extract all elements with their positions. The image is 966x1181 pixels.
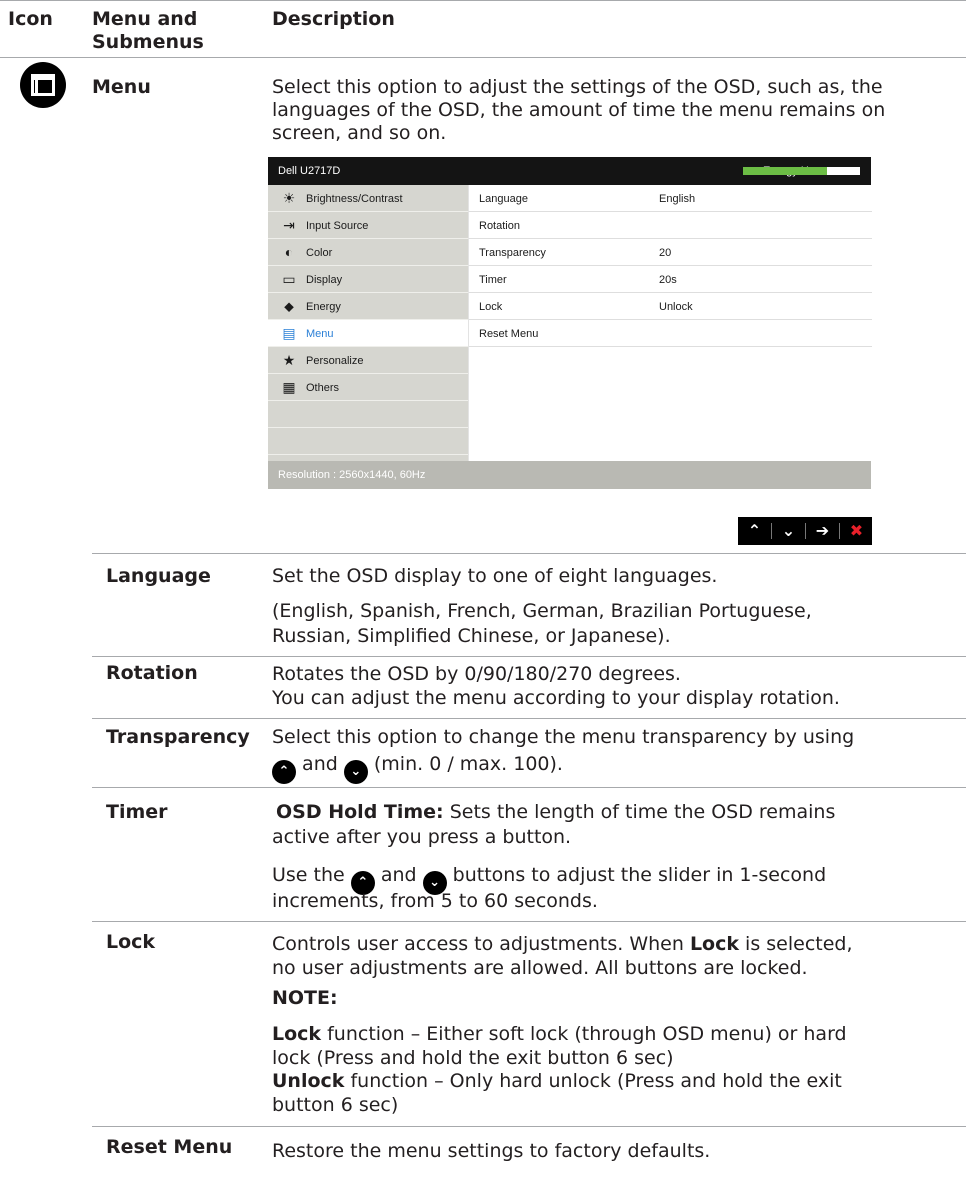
- osd-setting-key: Reset Menu: [479, 328, 539, 340]
- timer-line2: active after you press a button.: [272, 826, 572, 848]
- osd-menu-item-label: Display: [306, 274, 343, 286]
- lock-line2: no user adjustments are allowed. All but…: [272, 957, 808, 979]
- osd-menu-item[interactable]: ★ Personalize: [268, 347, 468, 374]
- rotation-label: Rotation: [106, 662, 198, 684]
- osd-menu-item[interactable]: ▤ Menu: [268, 320, 468, 347]
- reset-menu-line1: Restore the menu settings to factory def…: [272, 1140, 711, 1162]
- osd-window: Dell U2717D Energy Use ☀Brightness/Contr…: [268, 157, 872, 489]
- lock-function-line1: Lock function – Either soft lock (throug…: [272, 1023, 847, 1045]
- top-rule: [0, 0, 966, 1]
- transparency-line2: ⌃ and ⌄ (min. 0 / max. 100).: [272, 753, 563, 784]
- language-line3: Russian, Simplified Chinese, or Japanese…: [272, 625, 671, 647]
- osd-menu-item-label: Energy: [306, 301, 341, 313]
- osd-setting-value: 20s: [659, 274, 677, 286]
- osd-footer: Resolution : 2560x1440, 60Hz: [268, 461, 871, 489]
- rotation-line1: Rotates the OSD by 0/90/180/270 degrees.: [272, 663, 681, 685]
- sun-icon: ☀: [282, 190, 296, 206]
- osd-nav-buttons: ⌃ ⌄ ➔ ✖: [738, 517, 872, 545]
- osd-menu-item[interactable]: ☀ Brightness/Contrast: [268, 185, 468, 212]
- reset-menu-label: Reset Menu: [106, 1136, 233, 1158]
- osd-setting-row[interactable]: Transparency 20: [469, 239, 872, 266]
- color-icon: ◐: [284, 244, 294, 260]
- down-icon[interactable]: ⌄: [772, 517, 805, 545]
- osd-menu-item-label: Others: [306, 382, 340, 394]
- rule-timer: [92, 787, 966, 788]
- osd-model: Dell U2717D: [278, 165, 341, 177]
- osd-setting-row[interactable]: Language English: [469, 185, 872, 212]
- language-line1: Set the OSD display to one of eight lang…: [272, 565, 718, 587]
- lock-note: NOTE:: [272, 987, 338, 1009]
- timer-line4: increments, from 5 to 60 seconds.: [272, 890, 598, 912]
- header-icon: Icon: [8, 8, 53, 30]
- osd-setting-row[interactable]: Rotation: [469, 212, 872, 239]
- unlock-function-line2: button 6 sec): [272, 1094, 399, 1116]
- osd-settings-panel: Language English Rotation Transparency 20 Tim…: [468, 185, 872, 461]
- rule-rotation: [92, 656, 966, 657]
- lock-line1: Controls user access to adjustments. Whe…: [272, 933, 853, 955]
- osd-menu-item[interactable]: ◐ Color: [268, 239, 468, 266]
- input-source-icon: ⇥: [283, 217, 295, 233]
- language-label: Language: [106, 565, 211, 587]
- osd-menu-item[interactable]: ▦ Others: [268, 374, 468, 401]
- osd-setting-row[interactable]: Lock Unlock: [469, 293, 872, 320]
- transparency-label: Transparency: [106, 726, 250, 748]
- osd-setting-key: Timer: [479, 274, 507, 286]
- energy-drop-icon: ⬥: [284, 298, 294, 314]
- osd-menu-item[interactable]: ⇥ Input Source: [268, 212, 468, 239]
- transparency-line1: Select this option to change the menu tr…: [272, 726, 855, 748]
- up-icon[interactable]: ⌃: [738, 517, 771, 545]
- osd-setting-value: English: [659, 193, 696, 205]
- osd-menu-item-label: Brightness/Contrast: [306, 193, 403, 205]
- star-icon: ★: [282, 352, 296, 368]
- header-menu: Menu and Submenus: [92, 8, 204, 53]
- osd-setting-value: Unlock: [659, 301, 693, 313]
- rotation-line2: You can adjust the menu according to you…: [272, 687, 840, 709]
- lock-label: Lock: [106, 931, 156, 953]
- osd-setting-key: Language: [479, 193, 528, 205]
- osd-menu-empty-row: [268, 401, 468, 428]
- timer-line1: OSD Hold Time: Sets the length of time t…: [276, 801, 836, 823]
- timer-label: Timer: [106, 801, 168, 823]
- osd-setting-key: Rotation: [479, 220, 520, 232]
- up-button-icon: ⌃: [272, 760, 296, 784]
- lock-function-line2: lock (Press and hold the exit button 6 s…: [272, 1047, 674, 1069]
- menu-icon: ▤: [282, 325, 296, 341]
- rule-transparency: [92, 718, 966, 719]
- rule-lock: [92, 921, 966, 922]
- header-rule: [0, 57, 966, 58]
- rule-language: [92, 553, 966, 554]
- osd-menu-item-label: Color: [306, 247, 333, 259]
- osd-menu-empty-row: [268, 428, 468, 455]
- osd-setting-value: 20: [659, 247, 672, 259]
- resolution-text: Resolution : 2560x1440, 60Hz: [278, 469, 426, 481]
- close-icon[interactable]: ✖: [840, 517, 873, 545]
- osd-setting-key: Transparency: [479, 247, 546, 259]
- osd-setting-row[interactable]: Reset Menu: [469, 320, 872, 347]
- osd-menu-item-label: Personalize: [306, 355, 364, 367]
- rule-reset: [92, 1126, 966, 1127]
- language-line2: (English, Spanish, French, German, Brazi…: [272, 600, 812, 622]
- osd-menu-item-label: Menu: [306, 328, 334, 340]
- menu-icon: [20, 62, 66, 108]
- energy-use-bar: [743, 167, 860, 175]
- osd-menu-list: ☀ Brightness/Contrast ⇥ Input Source ◐ Color ▭…: [268, 185, 468, 461]
- display-icon: ▭: [282, 271, 296, 287]
- header-description: Description: [272, 8, 395, 30]
- osd-menu-item[interactable]: ▭ Display: [268, 266, 468, 293]
- osd-setting-row[interactable]: Timer 20s: [469, 266, 872, 293]
- others-icon: ▦: [282, 379, 296, 395]
- osd-setting-key: Lock: [479, 301, 503, 313]
- down-button-icon: ⌄: [343, 760, 368, 784]
- osd-menu-item[interactable]: ⬥ Energy: [268, 293, 468, 320]
- osd-menu-item-label: Input Source: [306, 220, 369, 232]
- unlock-function-line1: Unlock function – Only hard unlock (Pres…: [272, 1070, 842, 1092]
- menu-description: Select this option to adjust the setting…: [272, 76, 886, 144]
- menu-title: Menu: [92, 76, 151, 98]
- energy-use-fill: [743, 167, 828, 175]
- right-arrow-icon[interactable]: ➔: [806, 517, 839, 545]
